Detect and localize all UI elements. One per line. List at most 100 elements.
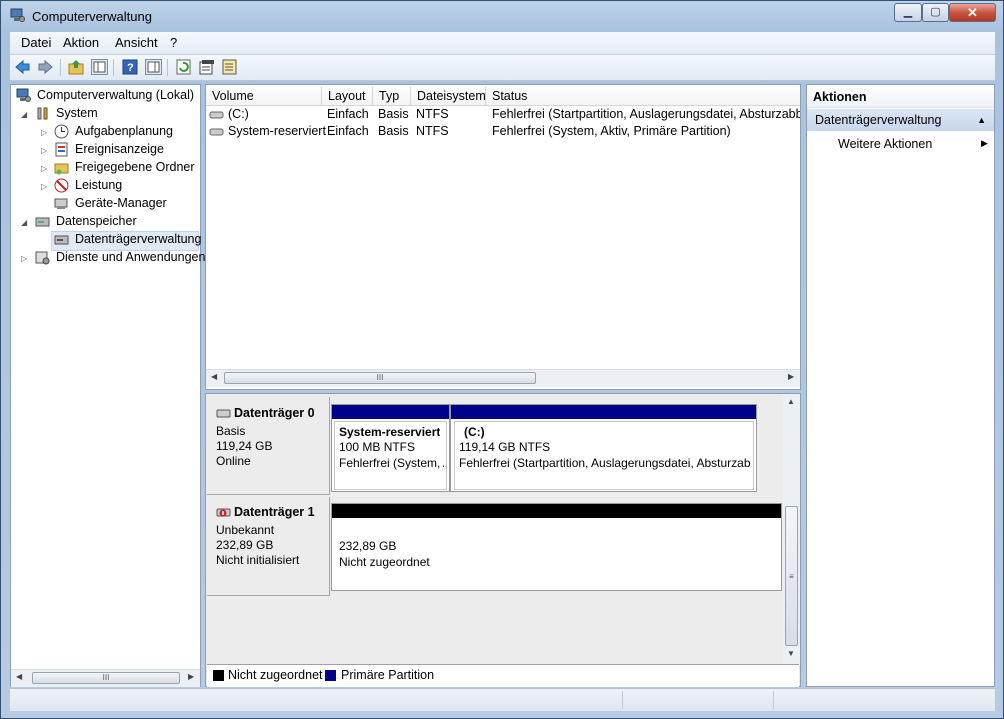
collapse-up-icon[interactable]: ▲ [977,109,986,131]
volume-name[interactable]: (C:) [228,107,249,121]
disk-1-label[interactable]: Datenträger 1 Unbekannt 232,89 GB Nicht … [207,497,330,596]
svg-text:?: ? [127,62,134,74]
volume-status: Fehlerfrei (Startpartition, Auslagerungs… [492,107,800,121]
device-manager-icon [54,196,69,211]
primary-partition-bar [332,405,449,419]
window-title: Computerverwaltung [32,9,152,24]
volume-type: Basis [378,124,409,138]
column-header-row: Volume Layout Typ Dateisystem Status [206,85,800,106]
expanded-arrow-icon[interactable]: ◢ [21,110,27,119]
status-bar [10,688,995,711]
collapsed-arrow-icon[interactable]: ▷ [21,254,27,263]
scroll-right-icon[interactable]: ▶ [788,372,794,381]
column-header-status[interactable]: Status [486,87,800,105]
tree-item-datenspeicher[interactable]: Datenspeicher [56,214,137,228]
show-tree-icon[interactable] [91,59,108,75]
partition-status: Nicht zugeordnet [339,555,430,569]
tree-item-ereignisanzeige[interactable]: Ereignisanzeige [75,142,164,156]
column-header-typ[interactable]: Typ [373,87,411,105]
tree-item-leistung[interactable]: Leistung [75,178,122,192]
disk-management-icon [54,232,69,247]
column-header-layout[interactable]: Layout [322,87,373,105]
scroll-right-icon[interactable]: ▶ [188,672,194,681]
partition-size: 232,89 GB [339,539,397,553]
actions-pane: Aktionen Datenträgerverwaltung ▲ Weitere… [806,84,995,687]
volume-horizontal-scrollbar[interactable]: ◀ III ▶ [206,369,800,387]
collapsed-arrow-icon[interactable]: ▷ [41,164,47,173]
partition-c[interactable]: (C:) 119,14 GB NTFS Fehlerfrei (Startpar… [450,404,757,492]
volume-name[interactable]: System-reserviert [228,124,326,138]
scroll-left-icon[interactable]: ◀ [211,372,217,381]
refresh-icon[interactable] [176,59,193,75]
tree-horizontal-scrollbar[interactable]: ◀ III ▶ [11,669,200,687]
actions-section-datentraegerverwaltung[interactable]: Datenträgerverwaltung ▲ [807,109,994,131]
back-icon[interactable] [14,59,31,75]
toolbar-separator [60,59,61,76]
tree-item-root[interactable]: Computerverwaltung (Lokal) [37,88,194,102]
collapsed-arrow-icon[interactable]: ▷ [41,182,47,191]
event-viewer-icon [54,142,69,157]
collapsed-arrow-icon[interactable]: ▷ [41,146,47,155]
scroll-left-icon[interactable]: ◀ [16,672,22,681]
primary-partition-bar [451,405,756,419]
partition-system-reserved[interactable]: System-reserviert 100 MB NTFS Fehlerfrei… [331,404,450,492]
partition-unallocated[interactable]: 232,89 GB Nicht zugeordnet [331,503,782,591]
volume-status: Fehlerfrei (System, Aktiv, Primäre Parti… [492,124,731,138]
volume-layout: Einfach [327,124,369,138]
tree-item-system[interactable]: System [56,106,98,120]
tree-item-freigegebene-ordner[interactable]: Freigegebene Ordner [75,160,195,174]
menu-ansicht[interactable]: Ansicht [115,35,158,50]
scroll-up-icon[interactable]: ▲ [787,397,795,406]
help-icon[interactable]: ? [122,59,139,75]
tree-item-geraete-manager[interactable]: Geräte-Manager [75,196,167,210]
export-list-icon[interactable] [222,59,239,75]
forward-icon[interactable] [37,59,54,75]
partition-size: 119,14 GB NTFS [459,440,551,454]
disk-vertical-scrollbar[interactable]: ▲ ≡ ▼ [783,394,800,664]
toolbar-separator [113,59,114,76]
partition-name: (C:) [464,425,485,439]
partition-inner: (C:) 119,14 GB NTFS Fehlerfrei (Startpar… [454,421,754,490]
scrollbar-thumb[interactable]: III [32,672,180,684]
scrollbar-thumb[interactable]: ≡ [785,506,798,646]
tree-item-dienste[interactable]: Dienste und Anwendungen [56,250,205,264]
scrollbar-thumb[interactable]: III [224,372,536,384]
disk-1-type: Unbekannt [216,523,275,537]
action-weitere-aktionen[interactable]: Weitere Aktionen [838,137,932,151]
up-folder-icon[interactable] [68,59,85,75]
system-tools-icon [35,106,50,121]
menu-aktion[interactable]: Aktion [63,35,99,50]
volume-filesystem: NTFS [416,124,449,138]
tree-item-datentraegerverwaltung[interactable]: Datenträgerverwaltung [75,232,201,246]
legend: Nicht zugeordnet Primäre Partition [207,664,799,687]
status-segment [773,691,996,709]
disk-icon [216,406,231,421]
column-header-dateisystem[interactable]: Dateisystem [411,87,486,105]
disk-view: Datenträger 0 Basis 119,24 GB Online Sys… [205,393,801,687]
minimize-button[interactable]: ▁ [894,3,922,22]
disk-1-state: Nicht initialisiert [216,553,300,567]
maximize-button[interactable]: ▢ [922,3,949,22]
drive-icon [209,107,224,122]
disk-0-label[interactable]: Datenträger 0 Basis 119,24 GB Online [207,397,330,495]
expanded-arrow-icon[interactable]: ◢ [21,218,27,227]
partition-inner: System-reserviert 100 MB NTFS Fehlerfrei… [334,421,447,490]
menu-help[interactable]: ? [170,35,177,50]
status-segment [622,691,773,709]
menu-datei[interactable]: Datei [21,35,51,50]
menu-bar: Datei Aktion Ansicht ? [10,32,995,55]
close-button[interactable]: ✕ [949,3,996,22]
toolbar-separator [167,59,168,76]
drive-icon [209,124,224,139]
show-action-pane-icon[interactable] [145,59,162,75]
properties-icon[interactable] [199,59,216,75]
scroll-down-icon[interactable]: ▼ [787,649,795,658]
collapsed-arrow-icon[interactable]: ▷ [41,128,47,137]
title-bar[interactable]: Computerverwaltung ▁ ▢ ✕ [1,1,1003,31]
volume-list: Volume Layout Typ Dateisystem Status (C:… [205,84,801,390]
volume-type: Basis [378,107,409,121]
column-header-volume[interactable]: Volume [206,87,322,105]
submenu-arrow-icon[interactable]: ▶ [981,138,988,149]
tree-item-aufgabenplanung[interactable]: Aufgabenplanung [75,124,173,138]
storage-icon [35,214,50,229]
